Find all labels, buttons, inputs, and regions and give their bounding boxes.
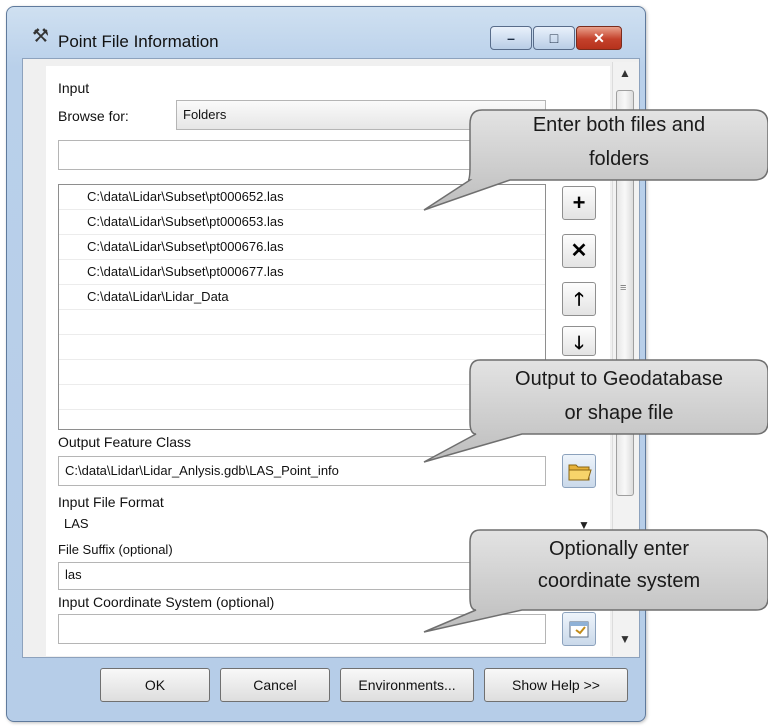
callout-output-line2: or shape file [564, 402, 674, 424]
callout-coordinate-line2: coordinate system [537, 570, 701, 592]
callout-coordinate-line1: Optionally enter [548, 538, 690, 560]
callout-files-folders-line1: Enter both files and [532, 114, 706, 136]
callout-layer [423, 109, 768, 633]
callout-files-folders-line2: folders [588, 148, 650, 170]
callout-output-line1: Output to Geodatabase [515, 368, 723, 390]
